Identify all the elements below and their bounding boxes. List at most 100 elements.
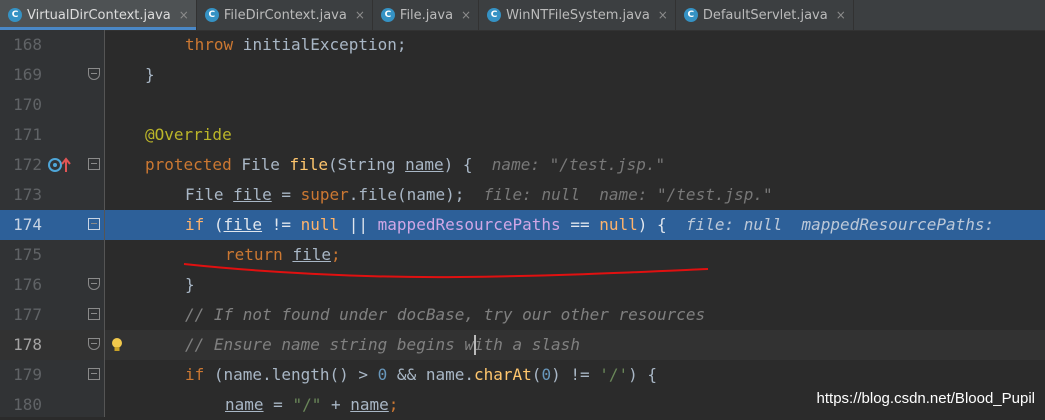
code-line-173[interactable]: 173 File file = super.file(name); file: …	[0, 180, 1045, 210]
variable: name	[350, 395, 389, 414]
keyword: null	[599, 215, 638, 234]
number: 0	[541, 365, 552, 384]
string-literal: '/'	[599, 365, 629, 384]
code-text: return file;	[225, 240, 341, 270]
code-fragment: !=	[262, 215, 301, 234]
gutter-divider	[104, 30, 105, 417]
param-name: name	[405, 155, 444, 174]
code-fragment: && name.	[387, 365, 474, 384]
tab-file[interactable]: C File.java ×	[373, 0, 480, 30]
tab-label: File.java	[399, 7, 454, 23]
code-line-179[interactable]: 179 if (name.length() > 0 && name.charAt…	[0, 360, 1045, 390]
close-icon[interactable]: ×	[355, 8, 365, 22]
keyword: protected	[145, 155, 232, 174]
tab-label: VirtualDirContext.java	[27, 7, 171, 23]
code-editor[interactable]: 168 throw initialException; 169 } 170 17…	[0, 30, 1045, 417]
code-text: }	[185, 275, 195, 294]
fold-start-icon[interactable]	[88, 158, 100, 170]
code-line-168[interactable]: 168 throw initialException;	[0, 30, 1045, 60]
code-text: name = "/" + name;	[225, 390, 398, 420]
class-icon: C	[487, 8, 502, 22]
class-icon: C	[204, 8, 219, 22]
code-fragment: .file(name);	[348, 185, 465, 204]
line-number: 168	[13, 35, 42, 54]
tab-winntfilesystem[interactable]: C WinNTFileSystem.java ×	[479, 0, 676, 30]
debug-inline-value: name: "/test.jsp."	[491, 155, 666, 174]
lightbulb-icon[interactable]	[110, 337, 124, 353]
line-number: 179	[13, 365, 42, 384]
fold-end-icon[interactable]	[88, 68, 100, 80]
close-icon[interactable]: ×	[179, 8, 189, 22]
watermark: https://blog.csdn.net/Blood_Pupil	[816, 390, 1035, 407]
code-line-171[interactable]: 171 @Override	[0, 120, 1045, 150]
code-fragment: ) {	[443, 155, 473, 174]
code-fragment: File	[231, 155, 290, 174]
close-icon[interactable]: ×	[658, 8, 668, 22]
tab-label: FileDirContext.java	[223, 7, 347, 23]
keyword: null	[300, 215, 340, 234]
code-fragment: ) {	[637, 215, 667, 234]
override-method-icon[interactable]	[48, 157, 72, 173]
code-line-174[interactable]: 174 if (file != null || mappedResourcePa…	[0, 210, 1045, 240]
tab-virtualdircontext[interactable]: C VirtualDirContext.java ×	[0, 0, 197, 30]
fold-start-icon[interactable]	[88, 218, 100, 230]
code-line-176[interactable]: 176 }	[0, 270, 1045, 300]
variable: file	[233, 185, 272, 204]
code-line-172[interactable]: 172 protected File file(String name) { n…	[0, 150, 1045, 180]
method-name: file	[289, 155, 329, 174]
code-fragment: (name.length() >	[204, 365, 378, 384]
close-icon[interactable]: ×	[836, 8, 846, 22]
class-icon: C	[380, 8, 395, 22]
fold-end-icon[interactable]	[88, 278, 100, 290]
code-fragment: initialException;	[233, 35, 407, 54]
line-number: 173	[13, 185, 42, 204]
line-number: 177	[13, 305, 42, 324]
code-fragment: ) {	[628, 365, 658, 384]
variable: file	[292, 245, 331, 264]
line-number: 174	[13, 215, 42, 234]
code-text: if (name.length() > 0 && name.charAt(0) …	[185, 360, 657, 390]
code-line-178[interactable]: 178 // Ensure name string begins with a …	[0, 330, 1045, 360]
string-literal: "/"	[292, 395, 322, 414]
code-text: }	[145, 65, 155, 84]
variable: file	[223, 215, 263, 234]
line-number: 171	[13, 125, 42, 144]
keyword: if	[185, 365, 205, 384]
class-icon: C	[8, 8, 22, 22]
code-fragment: +	[321, 395, 351, 414]
keyword: if	[185, 215, 205, 234]
code-text: protected File file(String name) { name:…	[145, 150, 665, 180]
code-text: throw initialException;	[185, 30, 407, 60]
line-number: 178	[13, 335, 42, 354]
tab-label: DefaultServlet.java	[702, 7, 828, 23]
keyword: throw	[185, 35, 234, 54]
code-line-177[interactable]: 177 // If not found under docBase, try o…	[0, 300, 1045, 330]
code-line-175[interactable]: 175 return file;	[0, 240, 1045, 270]
code-fragment: ) !=	[551, 365, 600, 384]
tab-label: WinNTFileSystem.java	[506, 7, 650, 23]
fold-start-icon[interactable]	[88, 308, 100, 320]
code-fragment: ;	[388, 395, 399, 414]
close-icon[interactable]: ×	[461, 8, 471, 22]
code-fragment: =	[271, 185, 301, 204]
fold-start-icon[interactable]	[88, 368, 100, 380]
variable: name	[225, 395, 264, 414]
keyword: super	[300, 185, 349, 204]
line-number: 175	[13, 245, 42, 264]
comment: // Ensure name string begins with a slas…	[185, 335, 580, 354]
method-call: charAt	[474, 365, 532, 384]
line-number: 180	[13, 395, 42, 414]
annotation: @Override	[145, 125, 232, 144]
tab-filedircontext[interactable]: C FileDirContext.java ×	[197, 0, 373, 30]
editor-tab-bar: C VirtualDirContext.java × C FileDirCont…	[0, 0, 1045, 31]
code-line-169[interactable]: 169 }	[0, 60, 1045, 90]
line-number: 170	[13, 95, 42, 114]
line-number: 169	[13, 65, 42, 84]
keyword: return	[225, 245, 283, 264]
tab-defaultservlet[interactable]: C DefaultServlet.java ×	[676, 0, 854, 30]
field: mappedResourcePaths	[377, 215, 561, 234]
code-fragment: ||	[339, 215, 378, 234]
code-line-170[interactable]: 170	[0, 90, 1045, 120]
code-text: File file = super.file(name); file: null…	[185, 180, 773, 210]
fold-end-icon[interactable]	[88, 338, 100, 350]
